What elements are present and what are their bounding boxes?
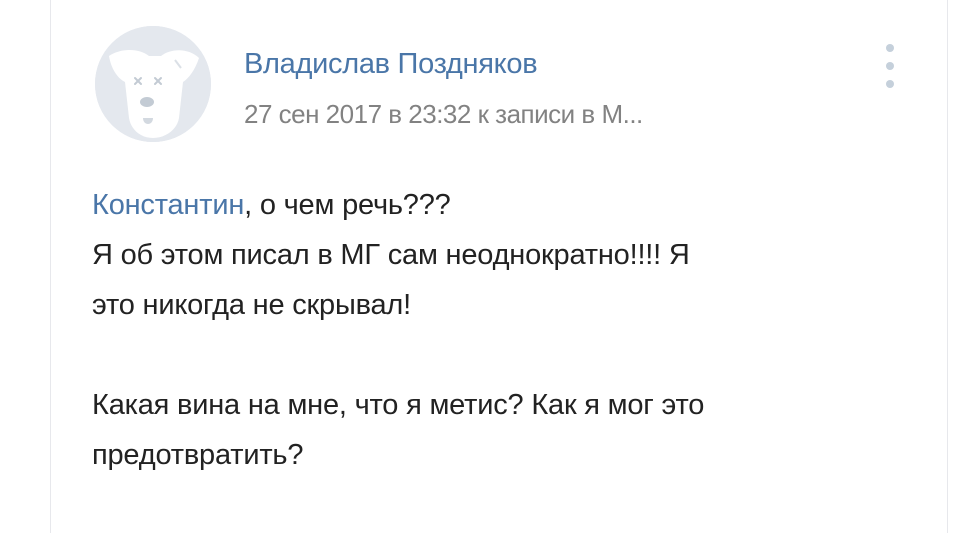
more-dot (886, 80, 894, 88)
comment-card: Владислав Поздняков 27 сен 2017 в 23:32 … (50, 0, 948, 533)
reply-to-link[interactable]: Константин (92, 189, 244, 221)
comment-line-4: Какая вина на мне, что я метис? Как я мо… (92, 389, 705, 421)
comment-line-1: Константин, о чем речь??? (92, 180, 922, 230)
author-avatar[interactable] (95, 26, 211, 142)
comment-meta-text[interactable]: 27 сен 2017 в 23:32 к записи в М... (244, 99, 643, 129)
more-dot (886, 44, 894, 52)
more-dot (886, 62, 894, 70)
comment-line-2: Я об этом писал в МГ сам неоднократно!!!… (92, 239, 690, 271)
comment-meta[interactable]: 27 сен 2017 в 23:32 к записи в М... (244, 99, 643, 130)
comment-line-3: это никогда не скрывал! (92, 289, 411, 321)
more-vertical-icon[interactable] (880, 44, 900, 88)
comment-line-5: предотвратить? (92, 439, 304, 471)
author-name-link[interactable]: Владислав Поздняков (244, 48, 538, 81)
comment-line-1-rest: , о чем речь??? (244, 189, 451, 221)
comment-text: Константин, о чем речь??? Я об этом писа… (92, 180, 922, 480)
deactivated-dog-icon (95, 26, 211, 142)
